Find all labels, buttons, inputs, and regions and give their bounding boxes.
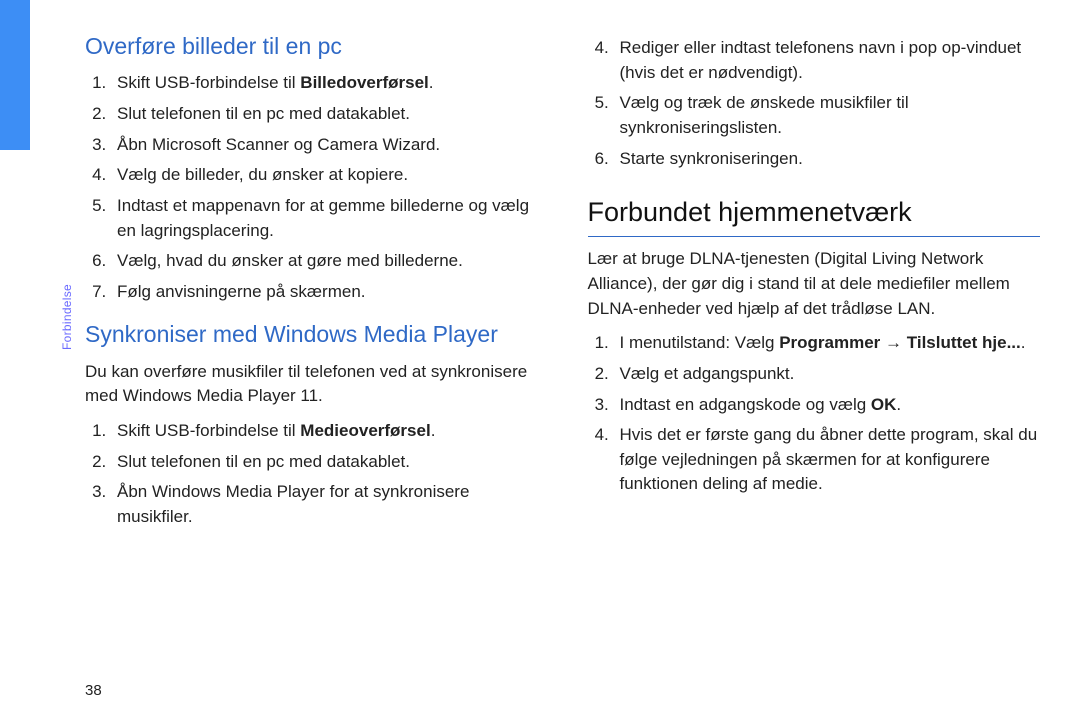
text: I menutilstand: Vælg [620, 333, 780, 352]
left-column: Overføre billeder til en pc Skift USB-fo… [85, 30, 538, 691]
list-item: Hvis det er første gang du åbner dette p… [614, 423, 1041, 497]
side-label: Forbindelse [60, 284, 74, 350]
heading-underline [588, 236, 1041, 237]
list-item: Vælg et adgangspunkt. [614, 362, 1041, 387]
bold: OK [871, 395, 897, 414]
paragraph-dlna: Lær at bruge DLNA-tjenesten (Digital Liv… [588, 247, 1041, 321]
list-item: Vælg og træk de ønskede musikfiler til s… [614, 91, 1041, 140]
text: . [896, 395, 901, 414]
edge-tab [0, 0, 30, 150]
page-content: Overføre billeder til en pc Skift USB-fo… [85, 30, 1040, 691]
text: . [1021, 333, 1026, 352]
list-transfer-images: Skift USB-forbindelse til Billedoverførs… [85, 71, 538, 304]
page-number: 38 [85, 682, 102, 699]
text: → [880, 333, 906, 352]
right-column: Rediger eller indtast telefonens navn i … [588, 30, 1041, 691]
list-home-network: I menutilstand: Vælg Programmer → Tilslu… [588, 331, 1041, 497]
heading-home-network: Forbundet hjemmenetværk [588, 193, 1041, 232]
list-item: Rediger eller indtast telefonens navn i … [614, 36, 1041, 85]
list-item: I menutilstand: Vælg Programmer → Tilslu… [614, 331, 1041, 356]
list-item: Slut telefonen til en pc med datakablet. [111, 450, 538, 475]
list-item: Indtast en adgangskode og vælg OK. [614, 393, 1041, 418]
text: . [431, 421, 436, 440]
text: Indtast en adgangskode og vælg [620, 395, 871, 414]
list-sync-continued: Rediger eller indtast telefonens navn i … [588, 36, 1041, 171]
bold: Tilsluttet hje... [907, 333, 1021, 352]
list-item: Indtast et mappenavn for at gemme billed… [111, 194, 538, 243]
list-item: Følg anvisningerne på skærmen. [111, 280, 538, 305]
text: Skift USB-forbindelse til [117, 73, 300, 92]
list-item: Starte synkroniseringen. [614, 147, 1041, 172]
paragraph-sync-wmp: Du kan overføre musikfiler til telefonen… [85, 360, 538, 409]
text: . [429, 73, 434, 92]
heading-transfer-images: Overføre billeder til en pc [85, 30, 538, 63]
list-item: Skift USB-forbindelse til Billedoverførs… [111, 71, 538, 96]
list-sync-wmp: Skift USB-forbindelse til Medieoverførse… [85, 419, 538, 530]
text: Skift USB-forbindelse til [117, 421, 300, 440]
bold: Billedoverførsel [300, 73, 429, 92]
list-item: Vælg de billeder, du ønsker at kopiere. [111, 163, 538, 188]
heading-sync-wmp: Synkroniser med Windows Media Player [85, 318, 538, 351]
list-item: Slut telefonen til en pc med datakablet. [111, 102, 538, 127]
list-item: Åbn Microsoft Scanner og Camera Wizard. [111, 133, 538, 158]
bold: Medieoverførsel [300, 421, 430, 440]
list-item: Åbn Windows Media Player for at synkroni… [111, 480, 538, 529]
list-item: Skift USB-forbindelse til Medieoverførse… [111, 419, 538, 444]
list-item: Vælg, hvad du ønsker at gøre med billede… [111, 249, 538, 274]
bold: Programmer [779, 333, 880, 352]
